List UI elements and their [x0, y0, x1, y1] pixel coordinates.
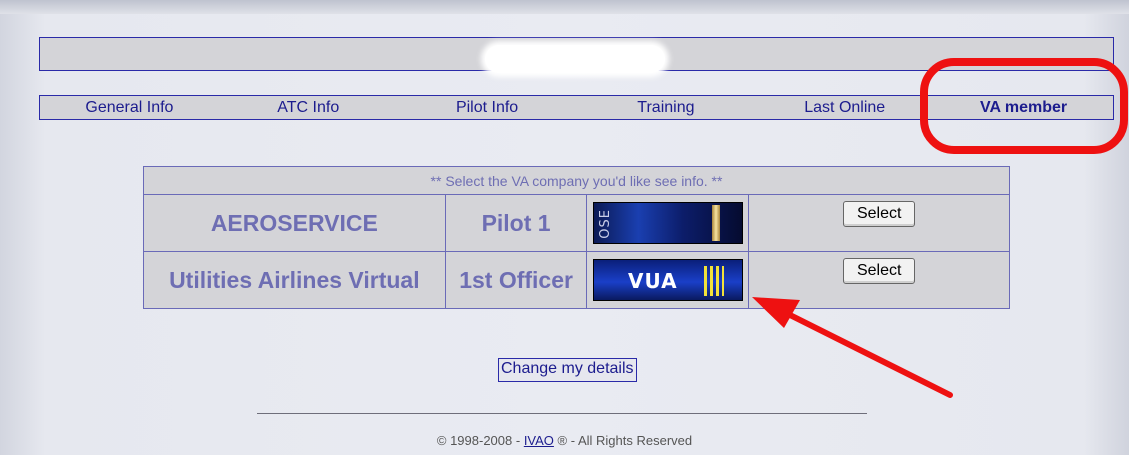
rank-stripes-icon [703, 266, 724, 296]
change-my-details-button[interactable]: Change my details [498, 358, 637, 382]
va-logo-cell: VUA [586, 251, 750, 309]
tab-pilot-info[interactable]: Pilot Info [398, 96, 577, 119]
copyright-footer: © 1998-2008 - IVAO ® - All Rights Reserv… [0, 433, 1129, 448]
tab-atc-info[interactable]: ATC Info [219, 96, 398, 119]
va-logo-cell: OSE [586, 194, 750, 252]
vua-logo: VUA [592, 259, 743, 301]
va-company-name: Utilities Airlines Virtual [143, 251, 446, 309]
select-utilities-airlines-button[interactable]: Select [842, 258, 916, 284]
aeroservice-logo: OSE [592, 202, 743, 244]
profile-nav: General Info ATC Info Pilot Info Trainin… [39, 95, 1114, 120]
table-row: Utilities Airlines Virtual 1st Officer V… [143, 251, 1010, 309]
aeroservice-logo-text: OSE [597, 209, 613, 239]
va-company-name: AEROSERVICE [143, 194, 446, 252]
copyright-suffix: ® - All Rights Reserved [553, 433, 693, 448]
tab-va-member[interactable]: VA member [934, 96, 1113, 119]
va-select-cell: Select [748, 251, 1010, 309]
va-select-cell: Select [748, 194, 1010, 252]
va-company-table: ** Select the VA company you'd like see … [143, 166, 1010, 309]
va-rank: 1st Officer [444, 251, 588, 309]
table-row: AEROSERVICE Pilot 1 OSE Select [143, 194, 1010, 252]
ivao-link[interactable]: IVAO [524, 433, 554, 448]
va-rank: Pilot 1 [444, 194, 588, 252]
redacted-name [485, 45, 665, 73]
top-background-strip [0, 0, 1129, 14]
tab-last-online[interactable]: Last Online [755, 96, 934, 119]
rank-bar-icon [711, 205, 720, 241]
tab-general-info[interactable]: General Info [40, 96, 219, 119]
tab-training[interactable]: Training [576, 96, 755, 119]
footer-divider [257, 413, 867, 414]
select-aeroservice-button[interactable]: Select [842, 201, 916, 227]
va-table-header: ** Select the VA company you'd like see … [143, 166, 1010, 195]
vua-logo-text: VUA [627, 269, 678, 293]
copyright-prefix: © 1998-2008 - [436, 433, 524, 448]
